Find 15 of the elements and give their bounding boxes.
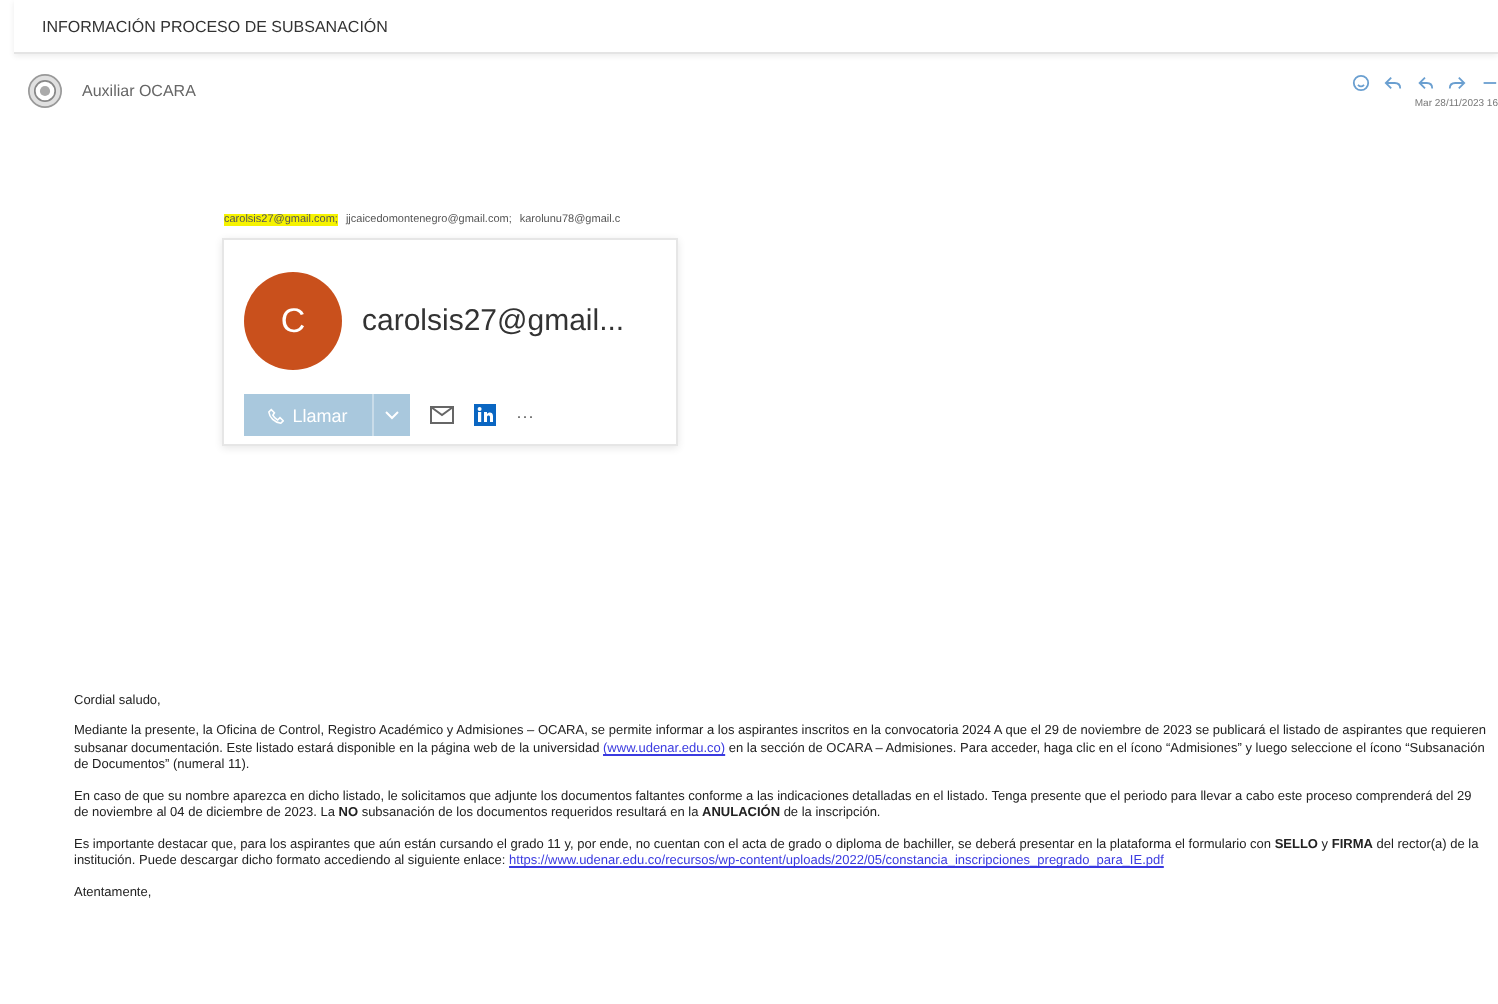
linkedin-icon[interactable] (474, 404, 496, 426)
reply-all-icon[interactable] (1416, 74, 1434, 92)
reply-icon[interactable] (1384, 74, 1402, 92)
forward-icon[interactable] (1448, 74, 1466, 92)
sender-avatar-icon (28, 74, 62, 108)
contact-avatar: C (244, 272, 342, 370)
sender-name: Auxiliar OCARA (82, 82, 196, 100)
email-subject: INFORMACIÓN PROCESO DE SUBSANACIÓN (42, 17, 388, 35)
more-button[interactable]: ··· (516, 405, 534, 425)
contact-name: carolsis27@gmail... (362, 304, 625, 338)
dropdown-button[interactable] (372, 394, 410, 436)
caret-icon (384, 410, 400, 420)
phone-icon (268, 407, 285, 423)
mail-icon[interactable] (430, 406, 454, 424)
smiley-icon[interactable] (1352, 74, 1370, 92)
